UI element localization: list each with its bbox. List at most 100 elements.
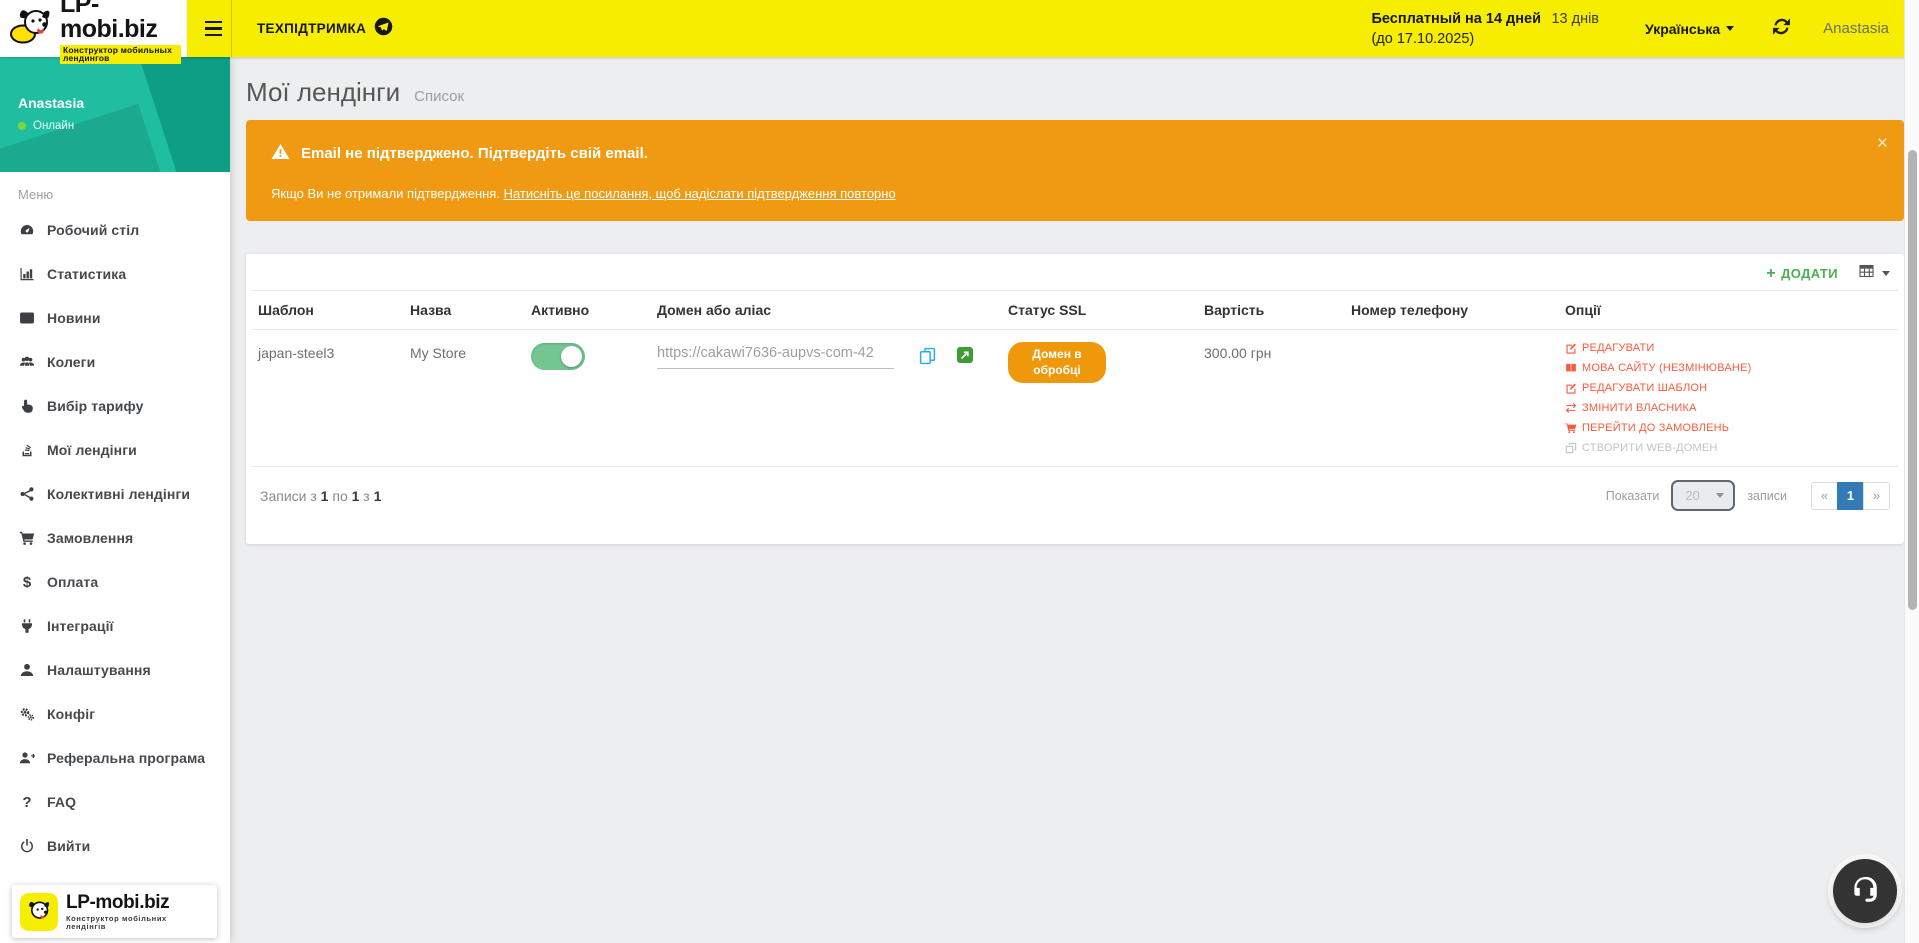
pencil-square-icon bbox=[1565, 382, 1577, 394]
headset-icon bbox=[1848, 872, 1882, 911]
copy-domain-button[interactable] bbox=[919, 347, 936, 365]
alert-message-prefix: Якщо Ви не отримали підтвердження. bbox=[271, 186, 504, 201]
hamburger-menu-button[interactable] bbox=[195, 0, 231, 57]
plus-icon: + bbox=[1766, 266, 1776, 282]
close-icon[interactable]: × bbox=[1877, 134, 1888, 153]
username-label: Anastasia bbox=[1823, 20, 1889, 37]
language-label: Українська bbox=[1645, 21, 1720, 37]
app-root: LP-mobi.biz Конструктор мобильных лендин… bbox=[0, 0, 1919, 943]
sidebar-item-my-landings[interactable]: Мої лендінги bbox=[0, 428, 230, 472]
next-page-button[interactable]: » bbox=[1863, 482, 1890, 510]
sidebar-item-integrations[interactable]: Інтеграції bbox=[0, 604, 230, 648]
clone-icon bbox=[1565, 442, 1577, 454]
brand-subtitle: Конструктор мобильных лендингов bbox=[60, 45, 181, 64]
sidebar-item-referral[interactable]: Реферальна програма bbox=[0, 736, 230, 780]
page-size-label: Показати bbox=[1606, 489, 1660, 503]
add-landing-button[interactable]: + ДОДАТИ bbox=[1766, 266, 1838, 282]
prev-page-button[interactable]: « bbox=[1811, 482, 1838, 510]
records-word-label: записи bbox=[1747, 489, 1787, 503]
sidebar-item-dashboard[interactable]: Робочий стіл bbox=[0, 208, 230, 252]
refresh-icon bbox=[1773, 18, 1790, 40]
tech-support-link[interactable]: ТЕХПІДТРИМКА bbox=[232, 0, 407, 57]
telegram-icon bbox=[374, 17, 393, 41]
alert-message-row: Якщо Ви не отримали підтвердження. Натис… bbox=[271, 186, 1858, 201]
cell-ssl-status: Домен в обробці bbox=[1002, 330, 1198, 467]
sidebar-user-name: Anastasia bbox=[18, 95, 230, 111]
plug-icon bbox=[18, 618, 36, 634]
refresh-button[interactable] bbox=[1757, 0, 1806, 57]
table-toolbar: + ДОДАТИ bbox=[246, 254, 1904, 288]
sidebar-footer-logo[interactable]: LP-mobi.biz Конструктор мобільних лендін… bbox=[12, 885, 217, 938]
option-create-web-domain: СТВОРИТИ WEB-ДОМЕН bbox=[1565, 442, 1892, 454]
option-change-owner[interactable]: ЗМІНИТИ ВЛАСНИКА bbox=[1565, 402, 1892, 414]
scrollbar-track[interactable] bbox=[1904, 0, 1919, 943]
trial-plan-label: Бесплатный на 14 дней bbox=[1371, 11, 1541, 27]
stack-icon bbox=[18, 442, 36, 458]
open-site-button[interactable] bbox=[957, 347, 973, 363]
gears-icon bbox=[18, 706, 36, 722]
col-header-template: Шаблон bbox=[252, 291, 404, 330]
user-menu[interactable]: Anastasia bbox=[1807, 0, 1893, 57]
col-header-options: Опції bbox=[1559, 291, 1898, 330]
option-edit[interactable]: РЕДАГУВАТИ bbox=[1565, 342, 1892, 354]
sidebar-item-colleagues[interactable]: Колеги bbox=[0, 340, 230, 384]
sidebar-item-logout[interactable]: Вийти bbox=[0, 824, 230, 868]
user-icon bbox=[18, 662, 36, 678]
pagination-controls: Показати 20 записи « 1 » bbox=[1606, 480, 1890, 511]
sidebar-item-tariff[interactable]: Вибір тарифу bbox=[0, 384, 230, 428]
share-icon bbox=[18, 486, 36, 502]
page-1-button[interactable]: 1 bbox=[1837, 482, 1864, 510]
trial-days-left: 13 днів bbox=[1551, 11, 1599, 27]
page-size-select[interactable]: 20 bbox=[1671, 480, 1735, 511]
book-icon bbox=[1565, 362, 1577, 374]
tech-support-label: ТЕХПІДТРИМКА bbox=[257, 21, 366, 36]
sidebar: Anastasia Онлайн Меню Робочий стіл Стати… bbox=[0, 57, 230, 943]
cart-icon bbox=[18, 530, 36, 546]
main-content: Мої лендінги Список Email не підтверджен… bbox=[230, 57, 1904, 943]
newspaper-icon bbox=[18, 310, 36, 326]
footer-brand-title: LP-mobi.biz bbox=[66, 893, 209, 912]
bar-chart-icon bbox=[18, 266, 36, 282]
email-warning-banner: Email не підтверджено. Підтвердіть свій … bbox=[246, 120, 1904, 221]
chevron-down-icon bbox=[1726, 26, 1734, 31]
language-selector[interactable]: Українська bbox=[1623, 0, 1756, 57]
cell-template: japan-steel3 bbox=[252, 330, 404, 467]
sidebar-user-panel: Anastasia Онлайн bbox=[0, 57, 230, 172]
active-toggle[interactable] bbox=[531, 343, 585, 370]
option-site-language[interactable]: МОВА САЙТУ (НЕЗМІНЮВАНЕ) bbox=[1565, 362, 1892, 374]
chevron-down-icon bbox=[1716, 493, 1724, 498]
sidebar-item-statistics[interactable]: Статистика bbox=[0, 252, 230, 296]
top-bar: LP-mobi.biz Конструктор мобильных лендин… bbox=[0, 0, 1919, 57]
users-icon bbox=[18, 354, 36, 370]
sidebar-item-payment[interactable]: $ Оплата bbox=[0, 560, 230, 604]
domain-input[interactable] bbox=[657, 345, 894, 369]
cell-name: My Store bbox=[404, 330, 525, 467]
col-header-domain: Домен або аліас bbox=[651, 291, 1002, 330]
page-buttons-group: « 1 » bbox=[1811, 482, 1890, 510]
cart-icon bbox=[1565, 422, 1577, 434]
question-icon: ? bbox=[18, 794, 36, 810]
dog-logo-badge-icon bbox=[20, 893, 58, 931]
sidebar-user-status: Онлайн bbox=[18, 120, 230, 132]
table-grid-icon bbox=[1858, 263, 1875, 284]
brand-logo[interactable]: LP-mobi.biz Конструктор мобильных лендин… bbox=[0, 0, 187, 57]
sidebar-item-orders[interactable]: Замовлення bbox=[0, 516, 230, 560]
add-landing-label: ДОДАТИ bbox=[1781, 266, 1838, 281]
column-visibility-dropdown[interactable] bbox=[1858, 263, 1890, 284]
page-title: Мої лендінги bbox=[246, 77, 400, 108]
sidebar-item-collective-landings[interactable]: Колективні лендінги bbox=[0, 472, 230, 516]
sidebar-item-config[interactable]: Конфіг bbox=[0, 692, 230, 736]
dog-logo-icon bbox=[8, 6, 54, 51]
scrollbar-thumb[interactable] bbox=[1908, 150, 1917, 610]
page-header: Мої лендінги Список bbox=[246, 77, 1904, 108]
sidebar-item-news[interactable]: Новини bbox=[0, 296, 230, 340]
alert-title-row: Email не підтверджено. Підтвердіть свій … bbox=[271, 143, 1858, 164]
table-footer: Записи з 1 по 1 з 1 Показати 20 записи «… bbox=[246, 467, 1904, 519]
option-go-to-orders[interactable]: ПЕРЕЙТИ ДО ЗАМОВЛЕНЬ bbox=[1565, 422, 1892, 434]
sidebar-item-settings[interactable]: Налаштування bbox=[0, 648, 230, 692]
sidebar-item-faq[interactable]: ? FAQ bbox=[0, 780, 230, 824]
option-edit-template[interactable]: РЕДАГУВАТИ ШАБЛОН bbox=[1565, 382, 1892, 394]
table-row: japan-steel3 My Store bbox=[252, 330, 1898, 467]
resend-confirmation-link[interactable]: Натисніть це посилання, щоб надіслати пі… bbox=[504, 186, 896, 201]
chat-widget-button[interactable] bbox=[1833, 859, 1897, 923]
